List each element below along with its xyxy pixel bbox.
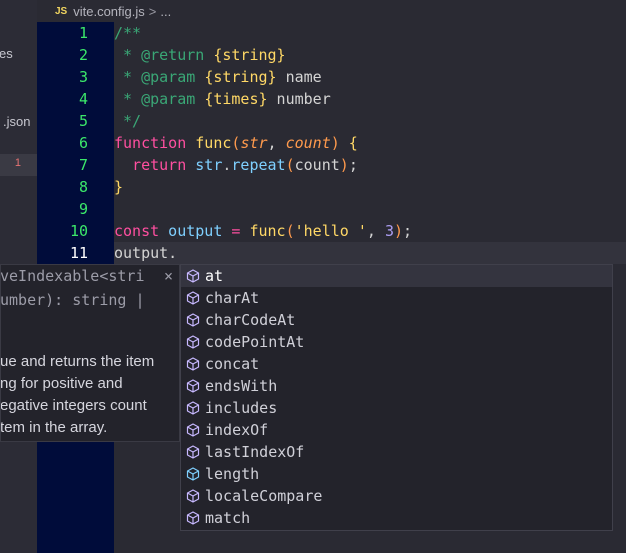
method-cube-icon (186, 423, 200, 437)
doc-text-line-4: tem in the array. (0, 419, 108, 436)
doc-text-line-1: ue and returns the item (0, 353, 155, 370)
method-cube-icon (186, 357, 200, 371)
suggestion-item-localecompare[interactable]: localeCompare (181, 485, 612, 507)
line-number: 7 (78, 156, 88, 174)
suggestion-item-charcodeat[interactable]: charCodeAt (181, 309, 612, 331)
suggestion-label: includes (205, 399, 278, 417)
code-line-6: function func(str, count) { (114, 134, 358, 152)
suggestion-label: charCodeAt (205, 311, 296, 329)
method-cube-icon (186, 379, 200, 393)
suggestion-label: localeCompare (205, 487, 323, 505)
suggestion-label: indexOf (205, 421, 269, 439)
explorer-item-json[interactable]: .json (3, 114, 30, 129)
explorer-item-es[interactable]: es (0, 46, 13, 61)
breadcrumb: JS vite.config.js > ... (37, 0, 626, 22)
suggestion-details-panel: veIndexable<stri × umber): string | ue a… (0, 264, 180, 442)
method-cube-icon (186, 313, 200, 327)
method-cube-icon (186, 291, 200, 305)
line-number: 8 (78, 178, 88, 196)
code-line-3: * @param {string} name (114, 68, 322, 86)
code-line-5: */ (114, 112, 142, 130)
suggestion-item-charat[interactable]: charAt (181, 287, 612, 309)
suggestion-item-endswith[interactable]: endsWith (181, 375, 612, 397)
doc-text-line-2: ng for positive and (0, 375, 123, 392)
method-cube-icon (186, 269, 200, 283)
code-line-1: /** (114, 24, 142, 42)
doc-text-line-3: egative integers count (0, 397, 147, 414)
code-line-2: * @return {string} (114, 46, 286, 64)
suggestion-item-at[interactable]: at (181, 265, 612, 287)
line-number: 2 (78, 46, 88, 64)
suggestion-item-codepointat[interactable]: codePointAt (181, 331, 612, 353)
javascript-file-icon: JS (55, 5, 68, 17)
suggestion-label: concat (205, 355, 260, 373)
suggestion-label: match (205, 509, 251, 527)
line-number: 3 (78, 68, 88, 86)
suggestion-label: lastIndexOf (205, 443, 305, 461)
breadcrumb-more[interactable]: ... (160, 4, 171, 19)
current-line-highlight (114, 242, 626, 264)
method-cube-icon (186, 489, 200, 503)
problem-count-badge: 1 (14, 157, 21, 169)
suggestion-item-indexof[interactable]: indexOf (181, 419, 612, 441)
line-number: 6 (78, 134, 88, 152)
line-number: 9 (78, 200, 88, 218)
suggestion-label: endsWith (205, 377, 278, 395)
line-number: 5 (78, 112, 88, 130)
code-line-10: const output = func('hello ', 3); (114, 222, 413, 240)
method-cube-icon (186, 335, 200, 349)
autocomplete-list[interactable]: at charAt charCodeAt codePointAt concat … (180, 264, 613, 531)
close-icon[interactable]: × (164, 267, 173, 285)
line-number: 1 (78, 24, 88, 42)
suggestion-item-concat[interactable]: concat (181, 353, 612, 375)
signature-line-2: umber): string | (0, 291, 145, 309)
suggestion-item-includes[interactable]: includes (181, 397, 612, 419)
breadcrumb-file[interactable]: vite.config.js (73, 4, 145, 19)
suggestion-item-length[interactable]: length (181, 463, 612, 485)
suggestion-label: length (205, 465, 260, 483)
line-number: 10 (69, 222, 88, 240)
suggestion-item-lastindexof[interactable]: lastIndexOf (181, 441, 612, 463)
line-number: 4 (78, 90, 88, 108)
suggestion-label: charAt (205, 289, 260, 307)
method-cube-icon (186, 445, 200, 459)
suggestion-label: codePointAt (205, 333, 305, 351)
method-cube-icon (186, 401, 200, 415)
line-number-active: 11 (69, 244, 88, 262)
signature-line-1: veIndexable<stri (0, 267, 145, 285)
code-line-4: * @param {times} number (114, 90, 331, 108)
code-line-7: return str.repeat(count); (132, 156, 358, 174)
suggestion-label: at (205, 267, 224, 285)
suggestion-item-match[interactable]: match (181, 507, 612, 529)
method-cube-icon (186, 511, 200, 525)
chevron-right-icon: > (148, 3, 157, 19)
code-line-11[interactable]: output. (114, 242, 177, 264)
code-line-8: } (114, 178, 124, 196)
property-cube-icon (186, 467, 200, 481)
